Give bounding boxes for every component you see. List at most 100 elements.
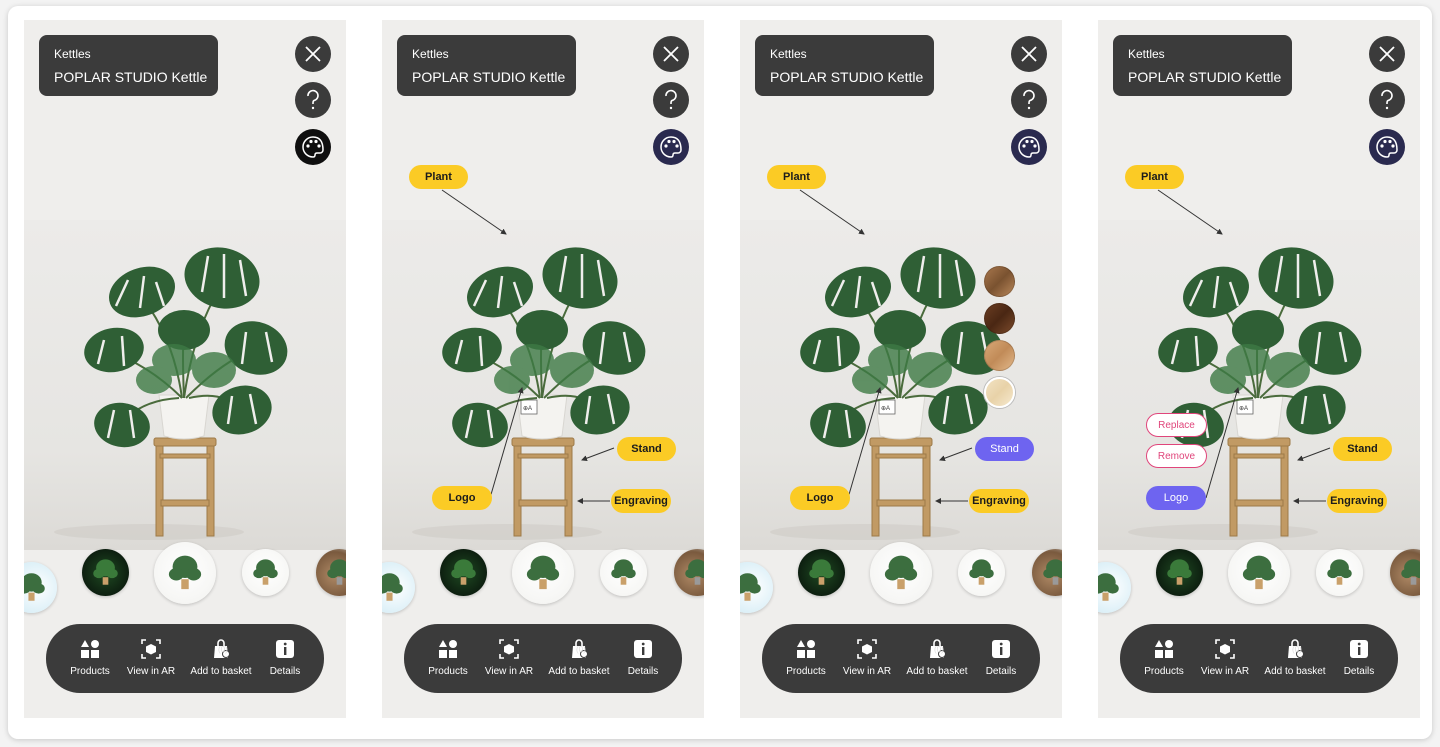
view-in-ar-button[interactable]: View in AR <box>838 624 896 693</box>
details-button[interactable]: Details <box>976 624 1026 693</box>
help-button[interactable] <box>1369 82 1405 118</box>
palette-button[interactable] <box>653 129 689 165</box>
help-button[interactable] <box>295 82 331 118</box>
swatch-light-oak[interactable] <box>984 266 1015 297</box>
palette-button[interactable] <box>1011 129 1047 165</box>
logo-label[interactable]: Logo <box>790 486 850 510</box>
product-title-card: Kettles POPLAR STUDIO Kettle <box>397 35 576 96</box>
details-button[interactable]: Details <box>260 624 310 693</box>
view-in-ar-label: View in AR <box>842 666 892 677</box>
details-label: Details <box>985 666 1017 677</box>
palette-icon <box>302 136 324 158</box>
help-button[interactable] <box>653 82 689 118</box>
thumb-potted-plant[interactable] <box>1390 549 1420 596</box>
add-to-basket-button[interactable]: (0) Add to basket <box>186 624 256 693</box>
remove-logo-button[interactable]: Remove <box>1146 444 1207 468</box>
thumb-potted-plant[interactable] <box>316 549 346 596</box>
thumb-monstera[interactable] <box>1228 542 1290 604</box>
thumb-plant-icon <box>93 559 118 585</box>
stand-label[interactable]: Stand <box>1333 437 1392 461</box>
close-button[interactable] <box>653 36 689 72</box>
products-button[interactable]: Products <box>1136 624 1192 693</box>
plant-label[interactable]: Plant <box>767 165 826 189</box>
view-in-ar-label: View in AR <box>484 666 534 677</box>
basket-count: (0) <box>1292 645 1302 654</box>
svg-text:⊕A: ⊕A <box>523 406 532 412</box>
thumb-monstera[interactable] <box>154 542 216 604</box>
category-label: Kettles <box>1128 47 1165 61</box>
logo-label[interactable]: Logo <box>432 486 492 510</box>
thumb-plant-small[interactable] <box>24 562 57 613</box>
thumb-potted-plant[interactable] <box>1032 549 1062 596</box>
stand-label[interactable]: Stand <box>617 437 676 461</box>
thumb-bird-of-paradise[interactable] <box>1316 549 1363 596</box>
products-button[interactable]: Products <box>778 624 834 693</box>
product-carousel[interactable] <box>382 542 704 628</box>
product-name: POPLAR STUDIO Kettle <box>1128 69 1282 85</box>
details-button[interactable]: Details <box>1334 624 1384 693</box>
thumb-potted-plant[interactable] <box>674 549 704 596</box>
thumb-topiary[interactable] <box>798 549 845 596</box>
thumb-plant-small[interactable] <box>1098 562 1131 613</box>
thumb-plant-small[interactable] <box>382 562 415 613</box>
replace-logo-button[interactable]: Replace <box>1146 413 1207 437</box>
close-button[interactable] <box>1369 36 1405 72</box>
thumb-plant-icon <box>451 559 476 585</box>
thumb-plant-icon <box>740 573 761 601</box>
thumb-topiary[interactable] <box>440 549 487 596</box>
product-carousel[interactable] <box>24 542 346 628</box>
bottom-toolbar: Products View in AR (0) Add to basket De… <box>1120 624 1398 693</box>
details-label: Details <box>269 666 301 677</box>
products-button[interactable]: Products <box>420 624 476 693</box>
products-label: Products <box>786 666 826 677</box>
view-in-ar-button[interactable]: View in AR <box>480 624 538 693</box>
products-button[interactable]: Products <box>62 624 118 693</box>
product-name: POPLAR STUDIO Kettle <box>770 69 924 85</box>
info-icon <box>1350 640 1368 658</box>
engraving-label[interactable]: Engraving <box>969 489 1029 513</box>
add-to-basket-button[interactable]: (0) Add to basket <box>1260 624 1330 693</box>
screen-step-3: ⊕A Kettles POPLAR STUDIO Kettle Plant St… <box>740 20 1062 718</box>
thumb-monstera[interactable] <box>870 542 932 604</box>
screen-step-4: ⊕A Kettles POPLAR STUDIO Kettle Plant St… <box>1098 20 1420 718</box>
close-button[interactable] <box>1011 36 1047 72</box>
thumb-plant-icon <box>611 559 636 585</box>
thumb-topiary[interactable] <box>1156 549 1203 596</box>
stand-label[interactable]: Stand <box>975 437 1034 461</box>
thumb-topiary[interactable] <box>82 549 129 596</box>
svg-text:⊕A: ⊕A <box>881 406 890 412</box>
swatch-pine[interactable] <box>984 340 1015 371</box>
add-to-basket-button[interactable]: (0) Add to basket <box>902 624 972 693</box>
close-button[interactable] <box>295 36 331 72</box>
plant-label[interactable]: Plant <box>409 165 468 189</box>
add-to-basket-button[interactable]: (0) Add to basket <box>544 624 614 693</box>
thumb-bird-of-paradise[interactable] <box>958 549 1005 596</box>
product-carousel[interactable] <box>740 542 1062 628</box>
details-label: Details <box>627 666 659 677</box>
swatch-birch[interactable] <box>984 377 1015 408</box>
help-button[interactable] <box>1011 82 1047 118</box>
bottom-toolbar: Products View in AR (0) Add to basket De… <box>404 624 682 693</box>
palette-button[interactable] <box>1369 129 1405 165</box>
thumb-plant-icon <box>884 555 918 590</box>
plant-label[interactable]: Plant <box>1125 165 1184 189</box>
close-icon <box>305 46 321 62</box>
thumb-plant-icon <box>382 573 403 601</box>
bottom-toolbar: Products View in AR (0) Add to basket De… <box>46 624 324 693</box>
view-in-ar-label: View in AR <box>126 666 176 677</box>
thumb-bird-of-paradise[interactable] <box>242 549 289 596</box>
details-button[interactable]: Details <box>618 624 668 693</box>
view-in-ar-button[interactable]: View in AR <box>122 624 180 693</box>
engraving-label[interactable]: Engraving <box>611 489 671 513</box>
palette-button[interactable] <box>295 129 331 165</box>
logo-label[interactable]: Logo <box>1146 486 1206 510</box>
products-icon <box>81 640 99 658</box>
product-carousel[interactable] <box>1098 542 1420 628</box>
engraving-label[interactable]: Engraving <box>1327 489 1387 513</box>
view-in-ar-button[interactable]: View in AR <box>1196 624 1254 693</box>
screen-step-2: ⊕A Kettles POPLAR STUDIO Kettle Plant St… <box>382 20 704 718</box>
swatch-walnut[interactable] <box>984 303 1015 334</box>
thumb-monstera[interactable] <box>512 542 574 604</box>
thumb-plant-small[interactable] <box>740 562 773 613</box>
thumb-bird-of-paradise[interactable] <box>600 549 647 596</box>
